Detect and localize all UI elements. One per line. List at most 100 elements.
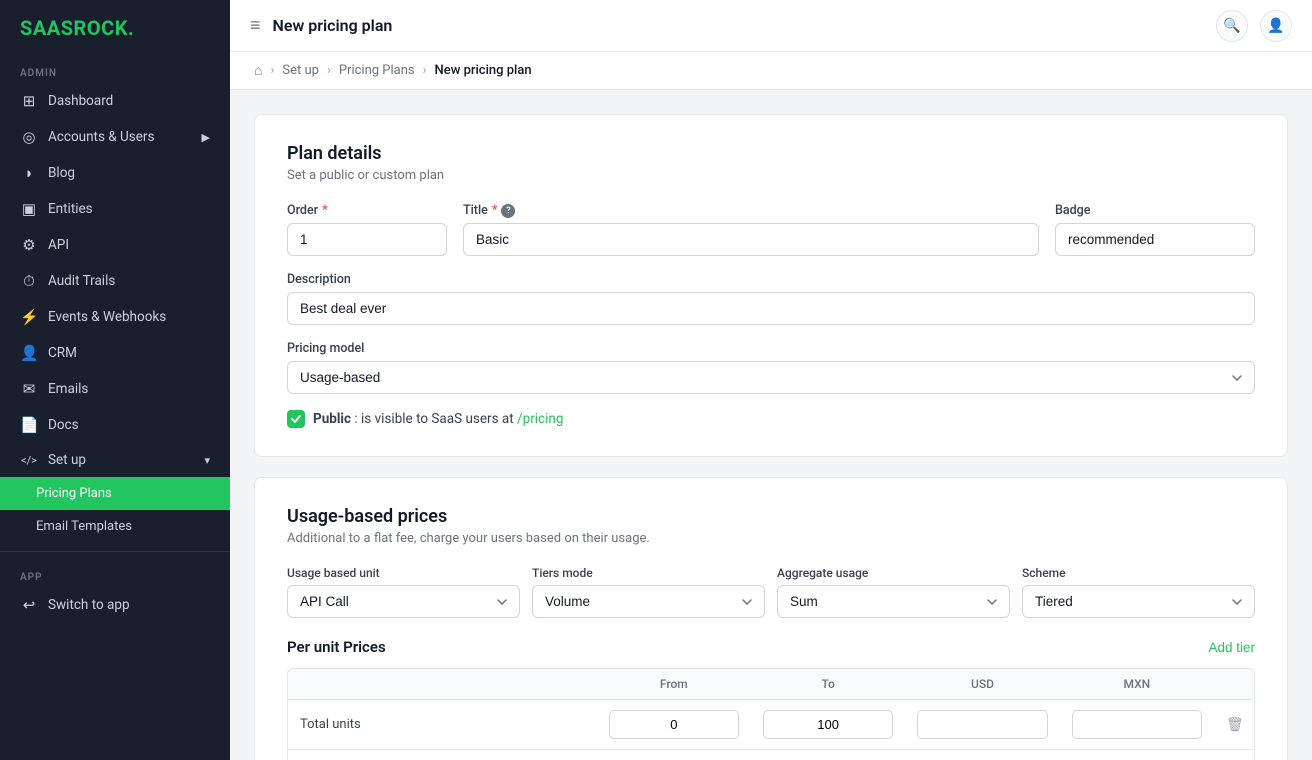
sidebar-item-audit-trails[interactable]: ⏱ Audit Trails xyxy=(0,263,230,299)
sidebar-item-events-webhooks[interactable]: ⚡ Events & Webhooks xyxy=(0,299,230,335)
usage-unit-group: Usage based unit API Call Storage Bandwi… xyxy=(287,566,520,618)
aggregate-select[interactable]: Sum Max Last xyxy=(777,585,1010,618)
scheme-label: Scheme xyxy=(1022,566,1255,580)
row1-from xyxy=(597,700,751,749)
sidebar-item-crm[interactable]: 👤 CRM xyxy=(0,335,230,371)
row1-to xyxy=(751,700,905,749)
sidebar-item-label: Events & Webhooks xyxy=(48,309,166,325)
description-input[interactable] xyxy=(287,292,1255,325)
public-checkbox-row: Public : is visible to SaaS users at /pr… xyxy=(287,410,1255,428)
row1-from-input[interactable] xyxy=(609,710,739,739)
row1-usd xyxy=(905,700,1059,749)
row1-label: Total units xyxy=(288,707,597,742)
main-content: ≡ New pricing plan 🔍 👤 ⌂ › Set up › Pric… xyxy=(230,0,1312,760)
sidebar-item-label: Entities xyxy=(48,201,93,217)
title-group: Title * ? xyxy=(463,203,1039,256)
breadcrumb-pricing-plans[interactable]: Pricing Plans xyxy=(339,63,415,78)
add-tier-button[interactable]: Add tier xyxy=(1208,640,1255,655)
breadcrumb-sep-2: › xyxy=(327,63,331,78)
description-label: Description xyxy=(287,272,1255,287)
sidebar-item-api[interactable]: ⚙ API xyxy=(0,227,230,263)
sidebar-item-switch-to-app[interactable]: ↩ Switch to app xyxy=(0,587,230,623)
row1-usd-input[interactable] xyxy=(917,710,1047,739)
entities-icon: ▣ xyxy=(20,200,38,218)
row1-delete-button[interactable]: 🗑 xyxy=(1226,716,1244,733)
row1-to-input[interactable] xyxy=(763,710,893,739)
price-table: From To USD MXN Total units xyxy=(287,668,1255,760)
plan-details-card: Plan details Set a public or custom plan… xyxy=(254,114,1288,457)
setup-icon: </> xyxy=(20,454,38,467)
title-required: * xyxy=(492,203,498,218)
sidebar-item-email-templates[interactable]: Email Templates xyxy=(0,510,230,543)
badge-group: Badge xyxy=(1055,203,1255,256)
usage-prices-subtitle: Additional to a flat fee, charge your us… xyxy=(287,531,1255,546)
row1-mxn-input[interactable] xyxy=(1072,710,1202,739)
sidebar-item-label: Blog xyxy=(48,165,75,181)
sidebar-sub-item-label: Email Templates xyxy=(36,519,132,534)
topbar: ≡ New pricing plan 🔍 👤 xyxy=(230,0,1312,52)
plan-details-subtitle: Set a public or custom plan xyxy=(287,168,1255,183)
sidebar-item-label: Emails xyxy=(48,381,88,397)
admin-section-label: ADMIN xyxy=(0,56,230,83)
row2-usd xyxy=(905,750,1059,760)
sidebar-item-entities[interactable]: ▣ Entities xyxy=(0,191,230,227)
switch-icon: ↩ xyxy=(20,596,38,614)
checkmark-icon xyxy=(291,415,301,423)
scheme-select[interactable]: Tiered Per unit Flat xyxy=(1022,585,1255,618)
sidebar-sub-item-label: Pricing Plans xyxy=(36,486,112,501)
plan-details-title: Plan details xyxy=(287,143,1255,164)
breadcrumb-setup[interactable]: Set up xyxy=(282,63,319,78)
usage-prices-card: Usage-based prices Additional to a flat … xyxy=(254,477,1288,760)
sidebar-item-label: Dashboard xyxy=(48,93,113,109)
badge-input[interactable] xyxy=(1055,223,1255,256)
emails-icon: ✉ xyxy=(20,380,38,398)
sidebar-item-dashboard[interactable]: ⊞ Dashboard xyxy=(0,83,230,119)
docs-icon: 📄 xyxy=(20,416,38,434)
description-group: Description xyxy=(287,272,1255,325)
accounts-icon: ◎ xyxy=(20,128,38,146)
tiers-mode-select[interactable]: Volume Graduated Flat xyxy=(532,585,765,618)
public-label: Public : is visible to SaaS users at /pr… xyxy=(313,411,563,427)
page-title: New pricing plan xyxy=(273,16,1204,35)
row1-mxn xyxy=(1060,700,1214,749)
sidebar-item-pricing-plans[interactable]: Pricing Plans xyxy=(0,477,230,510)
sidebar-item-emails[interactable]: ✉ Emails xyxy=(0,371,230,407)
breadcrumb: ⌂ › Set up › Pricing Plans › New pricing… xyxy=(230,52,1312,90)
breadcrumb-current: New pricing plan xyxy=(435,63,532,78)
public-checkbox[interactable] xyxy=(287,410,305,428)
crm-icon: 👤 xyxy=(20,344,38,362)
search-icon[interactable]: 🔍 xyxy=(1216,10,1248,42)
order-input[interactable] xyxy=(287,223,447,256)
blog-icon: ◗ xyxy=(20,164,38,182)
pricing-model-group: Pricing model Usage-based Flat rate Per … xyxy=(287,341,1255,394)
col-header-from: From xyxy=(597,669,751,699)
badge-label: Badge xyxy=(1055,203,1255,218)
table-row: Total units 🗑 xyxy=(288,700,1254,750)
sidebar-item-blog[interactable]: ◗ Blog xyxy=(0,155,230,191)
breadcrumb-sep-1: › xyxy=(270,63,274,78)
logo: SAASROCK. xyxy=(0,0,230,56)
form-row-description: Description xyxy=(287,272,1255,325)
per-unit-header: Per unit Prices Add tier xyxy=(287,638,1255,656)
menu-icon[interactable]: ≡ xyxy=(250,15,261,36)
sidebar-item-accounts-users[interactable]: ◎ Accounts & Users ▶ xyxy=(0,119,230,155)
user-avatar-icon[interactable]: 👤 xyxy=(1260,10,1292,42)
scheme-group: Scheme Tiered Per unit Flat xyxy=(1022,566,1255,618)
title-label: Title * ? xyxy=(463,203,1039,218)
breadcrumb-home[interactable]: ⌂ xyxy=(254,62,262,79)
sidebar-item-docs[interactable]: 📄 Docs xyxy=(0,407,230,443)
form-row-pricing-model: Pricing model Usage-based Flat rate Per … xyxy=(287,341,1255,394)
logo-text-part2: ROCK xyxy=(74,16,128,40)
sidebar-item-label: Audit Trails xyxy=(48,273,115,289)
title-info-icon[interactable]: ? xyxy=(501,204,515,218)
public-bold-label: Public xyxy=(313,411,351,427)
pricing-model-select[interactable]: Usage-based Flat rate Per seat Free xyxy=(287,361,1255,394)
col-header-to: To xyxy=(751,669,905,699)
public-link[interactable]: /pricing xyxy=(517,411,563,427)
row2-to xyxy=(751,750,905,760)
sidebar-item-label: Docs xyxy=(48,417,79,433)
sidebar-item-setup[interactable]: </> Set up ▾ xyxy=(0,443,230,477)
api-icon: ⚙ xyxy=(20,236,38,254)
usage-unit-select[interactable]: API Call Storage Bandwidth xyxy=(287,585,520,618)
title-input[interactable] xyxy=(463,223,1039,256)
